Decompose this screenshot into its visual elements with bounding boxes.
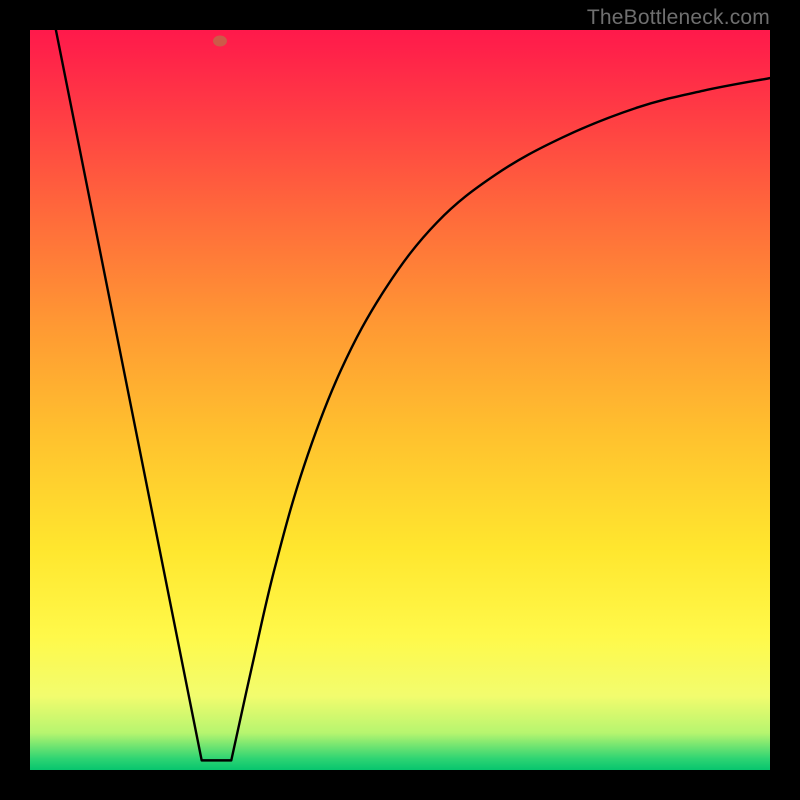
bottleneck-curve [30, 30, 770, 770]
plot-area [30, 30, 770, 770]
chart-frame: TheBottleneck.com [0, 0, 800, 800]
watermark-text: TheBottleneck.com [587, 6, 770, 30]
optimal-point-marker [213, 36, 227, 47]
